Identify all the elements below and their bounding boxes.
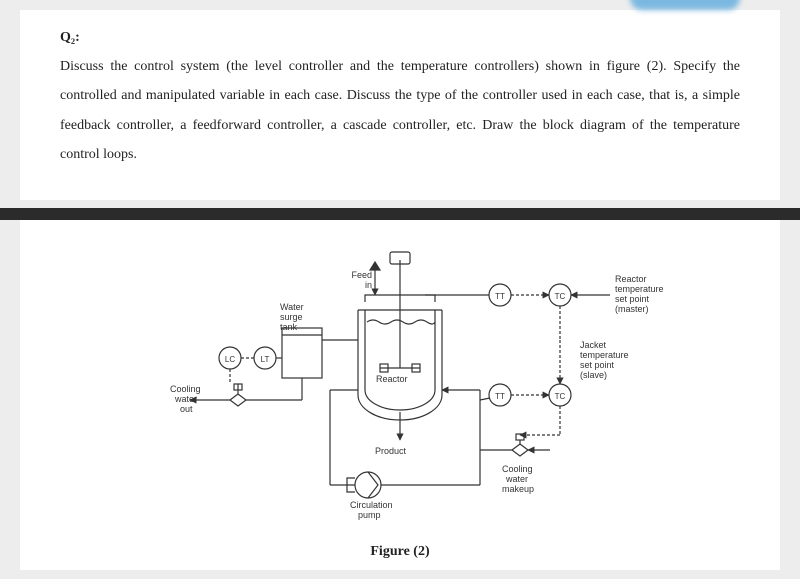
- tank-label-3: tank: [280, 322, 298, 332]
- question-text: Discuss the control system (the level co…: [60, 52, 740, 170]
- jsp-4: (slave): [580, 370, 607, 380]
- makeup-label-1: Cooling: [502, 464, 533, 474]
- makeup-label-3: makeup: [502, 484, 534, 494]
- product-label: Product: [375, 446, 407, 456]
- rsp-1: Reactor: [615, 274, 647, 284]
- question-number: Q₂:: [60, 30, 740, 46]
- tank-label-2: surge: [280, 312, 303, 322]
- cool-out-3: out: [180, 404, 193, 414]
- jsp-2: temperature: [580, 350, 629, 360]
- figure-panel: Reactor Feed in Product Circulation pump: [20, 220, 780, 570]
- reactor-label: Reactor: [376, 374, 408, 384]
- svg-text:TC: TC: [555, 392, 566, 401]
- circulation-pump: [355, 472, 381, 498]
- cool-out-1: Cooling: [170, 384, 201, 394]
- rsp-2: temperature: [615, 284, 664, 294]
- liquid-surface: [367, 320, 435, 324]
- jsp-3: set point: [580, 360, 615, 370]
- feed-label: Feed: [351, 270, 372, 280]
- horizontal-divider: [0, 208, 800, 220]
- makeup-label-2: water: [505, 474, 528, 484]
- tank-label-1: Water: [280, 302, 304, 312]
- rsp-3: set point: [615, 294, 650, 304]
- figure-caption: Figure (2): [20, 544, 780, 560]
- svg-text:TT: TT: [495, 292, 505, 301]
- makeup-valve: [512, 434, 528, 456]
- svg-text:TT: TT: [495, 392, 505, 401]
- jsp-1: Jacket: [580, 340, 607, 350]
- lc-text: LC: [225, 355, 235, 364]
- question-page: Q₂: Discuss the control system (the leve…: [20, 10, 780, 200]
- feed-in-label: in: [365, 280, 372, 290]
- lt-text: LT: [261, 355, 270, 364]
- pump-label-1: Circulation: [350, 500, 393, 510]
- highlight-marker: [630, 0, 740, 10]
- process-diagram: Reactor Feed in Product Circulation pump: [120, 240, 680, 540]
- pump-label-2: pump: [358, 510, 381, 520]
- rsp-4: (master): [615, 304, 649, 314]
- svg-text:TC: TC: [555, 292, 566, 301]
- cool-out-2: water: [174, 394, 197, 404]
